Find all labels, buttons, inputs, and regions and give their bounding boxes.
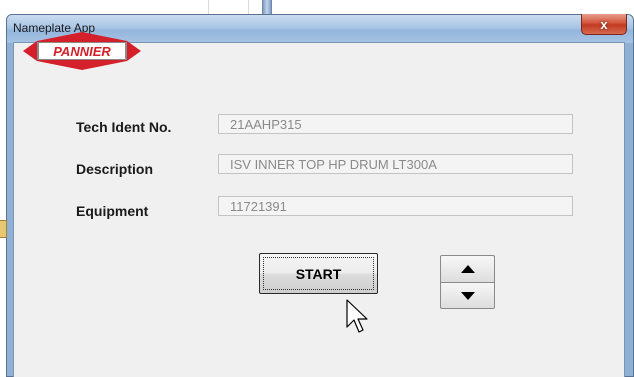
mouse-cursor-icon (346, 299, 368, 333)
triangle-up-icon (460, 265, 475, 273)
spin-up-button[interactable] (440, 255, 495, 282)
triangle-down-icon (460, 291, 475, 300)
background-scrollbar (262, 0, 272, 14)
background-grid-line (248, 0, 249, 14)
tech-ident-input[interactable]: 21AAHP315 (218, 114, 573, 134)
background-window-strip (0, 0, 634, 14)
description-input[interactable]: ISV INNER TOP HP DRUM LT300A (218, 154, 573, 174)
background-tab (0, 220, 7, 238)
logo-text: PANNIER (53, 44, 111, 59)
close-icon: x (600, 16, 608, 32)
equipment-label: Equipment (76, 203, 149, 219)
equipment-input[interactable]: 11721391 (218, 196, 573, 216)
start-button[interactable]: START (259, 253, 378, 294)
spin-down-button[interactable] (440, 282, 495, 309)
pannier-logo: PANNIER (23, 32, 141, 70)
background-grid-line (208, 0, 209, 14)
description-label: Description (76, 161, 154, 177)
up-down-spinner (440, 255, 495, 309)
focus-rectangle (263, 257, 374, 290)
tech-ident-label: Tech Ident No. (76, 119, 172, 135)
close-button[interactable]: x (581, 14, 627, 35)
